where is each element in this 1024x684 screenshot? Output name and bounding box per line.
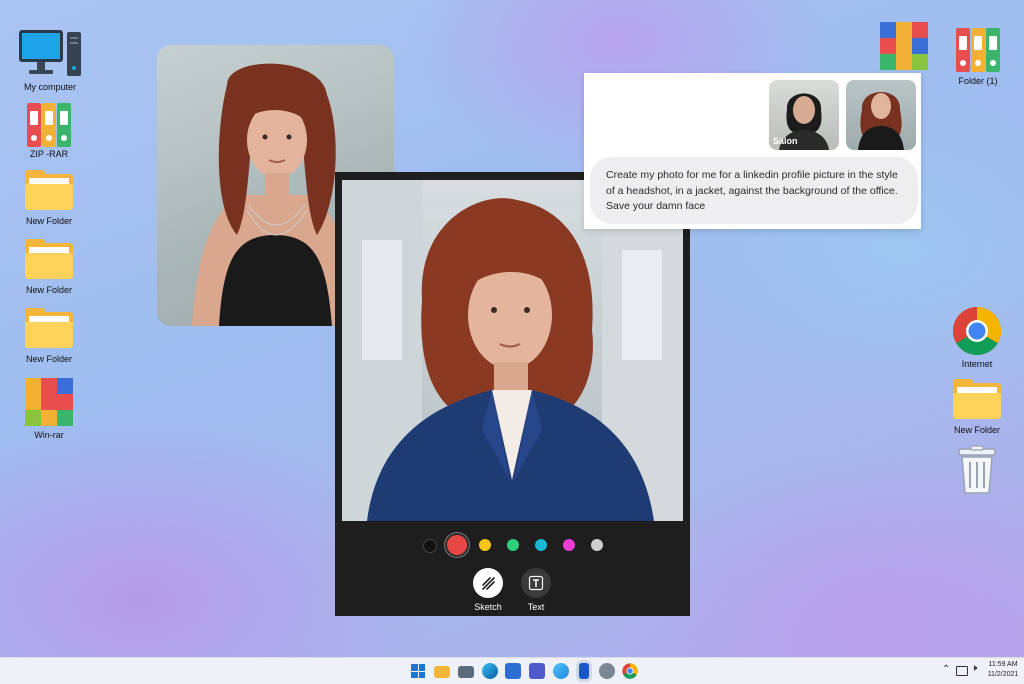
sketch-label: Sketch — [474, 602, 502, 612]
taskbar: ⌃ 🕨 11:59 AM 11/2/2021 — [0, 657, 1024, 684]
camera-icon[interactable] — [458, 666, 474, 678]
desktop-icon-winrar[interactable]: Win-rar — [9, 378, 89, 440]
file-explorer-icon[interactable] — [434, 666, 450, 678]
volume-icon[interactable]: 🕨 — [971, 663, 977, 674]
desktop-icon-my-computer[interactable]: My computer — [10, 28, 90, 92]
folder-icon — [953, 379, 1001, 419]
desktop-icon-internet[interactable]: Internet — [937, 306, 1017, 369]
headshot-image — [342, 180, 683, 521]
desktop-icon-label: New Folder — [25, 285, 72, 295]
winrar-icon — [25, 378, 73, 426]
chrome-icon — [952, 307, 1002, 356]
color-swatch-black[interactable] — [423, 539, 437, 553]
color-swatch-yellow[interactable] — [479, 539, 491, 551]
folder-icon — [25, 308, 73, 348]
desktop-icon-new-folder-3[interactable]: New Folder — [9, 308, 89, 364]
sketch-button[interactable] — [473, 568, 503, 598]
desktop-icon-new-folder-right[interactable]: New Folder — [937, 379, 1017, 435]
text-button[interactable] — [521, 568, 551, 598]
chat-card: Salon Create my photo for me for a linke… — [584, 73, 921, 229]
desktop-icon-label: ZIP -RAR — [29, 149, 69, 159]
text-icon — [528, 575, 544, 591]
desktop-icon-folder-1[interactable]: Folder (1) — [938, 26, 1018, 86]
desktop-icon-label: Folder (1) — [958, 76, 998, 86]
photos-icon[interactable] — [553, 663, 569, 679]
color-swatch-green[interactable] — [507, 539, 519, 551]
desktop-icon-winrar-right[interactable] — [864, 22, 944, 70]
desktop-icon-label: New Folder — [25, 354, 72, 364]
generated-headshot — [342, 180, 683, 521]
desktop-icon-new-folder-2[interactable]: New Folder — [9, 239, 89, 295]
edge-icon[interactable] — [482, 663, 498, 679]
chevron-up-icon[interactable]: ⌃ — [942, 664, 950, 675]
desktop-icon-label: New Folder — [25, 216, 72, 226]
store-icon[interactable] — [505, 663, 521, 679]
computer-icon — [19, 30, 81, 76]
clock-time[interactable]: 11:59 AM — [986, 661, 1020, 668]
binders-icon — [954, 26, 1002, 72]
folder-icon — [25, 170, 73, 210]
desktop-icon-new-folder-1[interactable]: New Folder — [9, 170, 89, 226]
winrar-icon — [880, 22, 928, 70]
color-swatch-cyan[interactable] — [535, 539, 547, 551]
sketch-icon — [482, 577, 495, 590]
word-icon[interactable] — [579, 663, 589, 679]
settings-icon[interactable] — [599, 663, 615, 679]
binders-icon — [25, 101, 73, 147]
desktop-icon-label: Internet — [961, 359, 993, 369]
reference-thumbnail-salon[interactable]: Salon — [769, 80, 839, 150]
network-icon[interactable] — [956, 666, 968, 676]
color-swatch-gray[interactable] — [591, 539, 603, 551]
text-label: Text — [527, 602, 545, 612]
recycle-bin-icon — [958, 445, 996, 494]
desktop-icon-label: New Folder — [953, 425, 1000, 435]
prompt-message: Create my photo for me for a linkedin pr… — [590, 157, 918, 224]
reference-thumbnail-original[interactable] — [846, 80, 916, 150]
folder-icon — [25, 239, 73, 279]
teams-icon[interactable] — [529, 663, 545, 679]
desktop-icon-label: Win-rar — [34, 430, 64, 440]
clock-date[interactable]: 11/2/2021 — [986, 671, 1020, 678]
desktop-icon-recycle-bin[interactable] — [937, 445, 1017, 495]
desktop-icon-label: My computer — [23, 82, 76, 92]
thumbnail-label: Salon — [773, 136, 798, 146]
color-swatch-red[interactable] — [447, 535, 467, 555]
desktop-icon-zip-rar[interactable]: ZIP -RAR — [9, 101, 89, 159]
chrome-icon[interactable] — [622, 663, 638, 679]
original-thumbnail-image — [858, 92, 904, 150]
windows-start-icon[interactable] — [411, 664, 425, 678]
color-swatch-magenta[interactable] — [563, 539, 575, 551]
